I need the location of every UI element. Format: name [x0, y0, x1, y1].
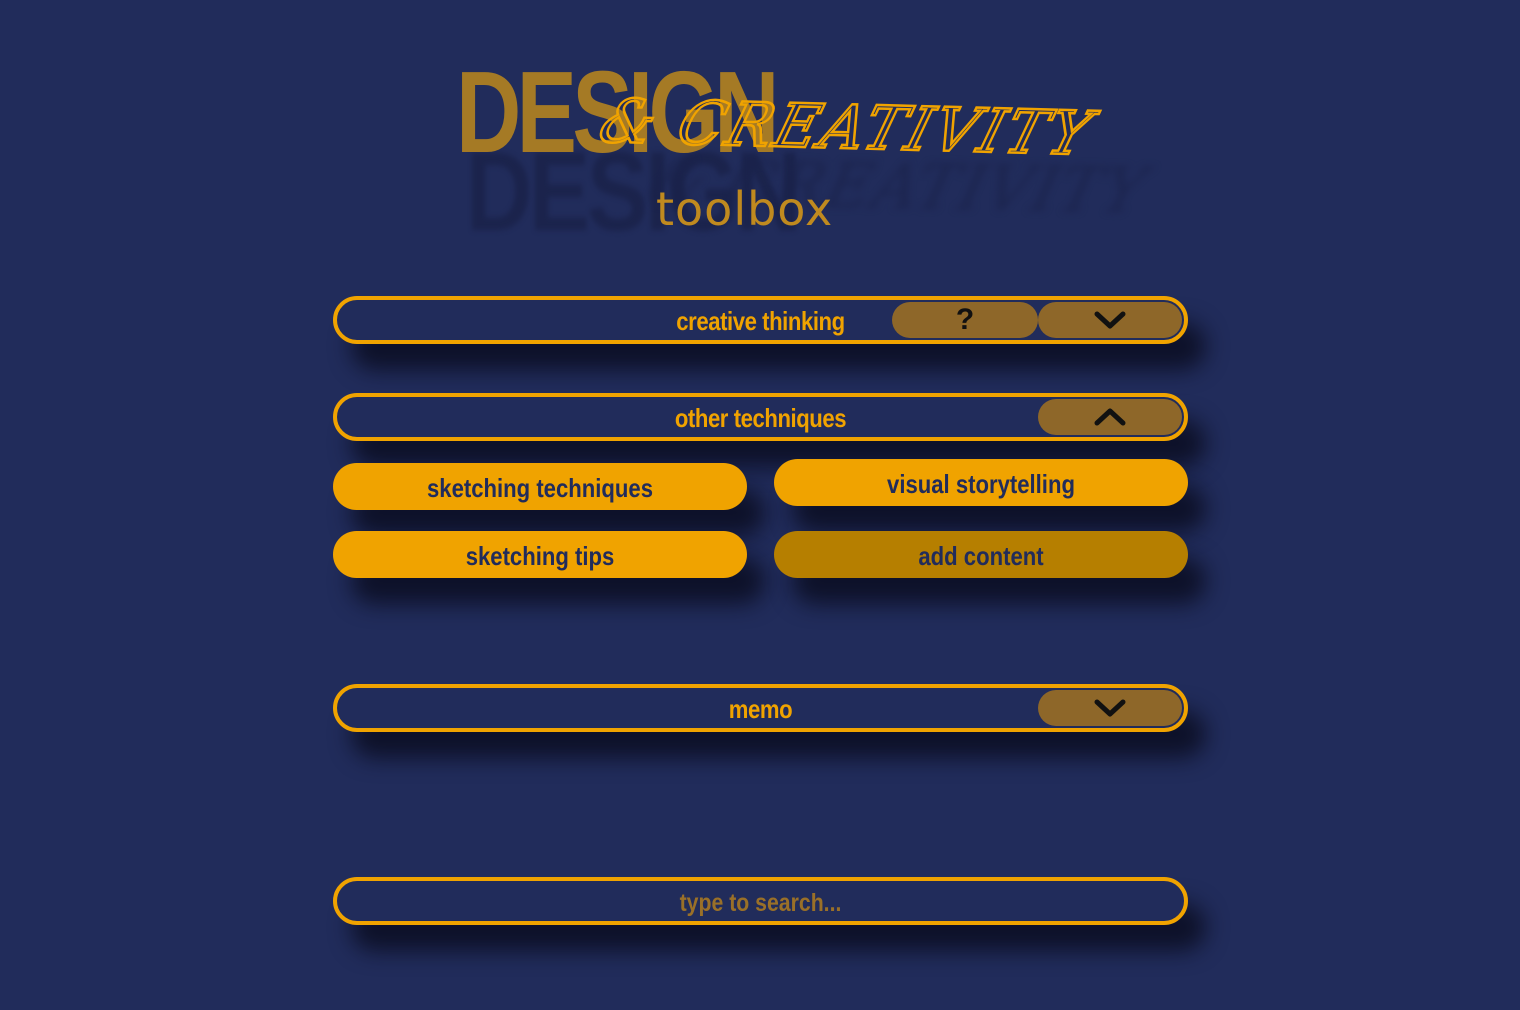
- logo-creativity-text: & CREATIVITY: [591, 85, 1103, 170]
- chevron-up-icon: [1093, 406, 1127, 428]
- button-label: sketching techniques: [427, 473, 653, 503]
- section-title: memo: [728, 694, 793, 724]
- expand-button[interactable]: [1038, 302, 1182, 338]
- search-bar: [333, 877, 1188, 925]
- collapse-button[interactable]: [1038, 399, 1182, 435]
- help-icon: ?: [955, 303, 975, 336]
- section-other-techniques[interactable]: other techniques: [333, 393, 1188, 441]
- button-label: visual storytelling: [887, 469, 1075, 499]
- app-logo: DESIGN & CREATIVITY DESIGN & CREATIVITY …: [440, 40, 1154, 260]
- sketching-techniques-button[interactable]: sketching techniques: [333, 463, 747, 510]
- section-title: other techniques: [674, 403, 847, 433]
- help-button[interactable]: ?: [892, 302, 1038, 338]
- add-content-button[interactable]: add content: [774, 531, 1188, 578]
- expand-button[interactable]: [1038, 690, 1182, 726]
- visual-storytelling-button[interactable]: visual storytelling: [774, 459, 1188, 506]
- button-label: add content: [918, 541, 1044, 571]
- section-creative-thinking[interactable]: creative thinking ?: [333, 296, 1188, 344]
- section-memo[interactable]: memo: [333, 684, 1188, 732]
- chevron-down-icon: [1093, 697, 1127, 719]
- button-label: sketching tips: [465, 541, 615, 571]
- logo-toolbox-text: toolbox: [656, 182, 834, 236]
- sketching-tips-button[interactable]: sketching tips: [333, 531, 747, 578]
- chevron-down-icon: [1093, 309, 1127, 331]
- search-input[interactable]: [400, 881, 1121, 921]
